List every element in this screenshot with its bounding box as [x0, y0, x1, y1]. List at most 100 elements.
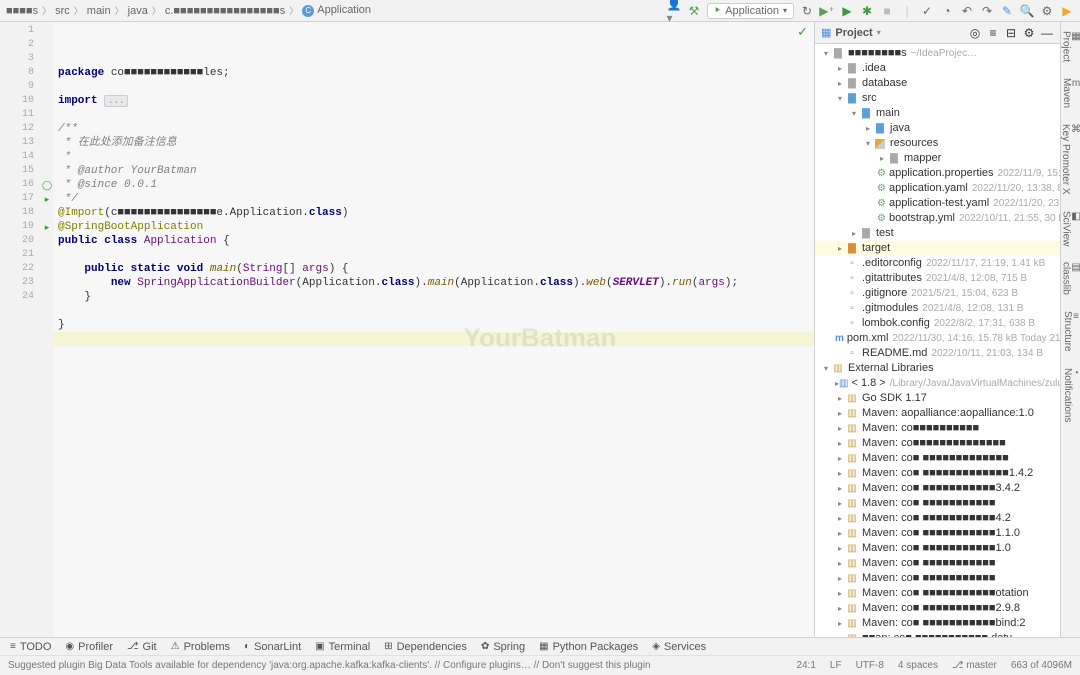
- tree-row[interactable]: ⚙application-test.yaml2022/11/20, 23:37,…: [815, 196, 1060, 211]
- rail-key-promoter-x[interactable]: ⌘Key Promoter X: [1057, 119, 1080, 200]
- rail-notifications[interactable]: ◔Notifications: [1059, 363, 1080, 427]
- code-line[interactable]: * @author YourBatman: [54, 164, 814, 178]
- paint-icon[interactable]: ✎: [1000, 4, 1014, 18]
- code-line[interactable]: */: [54, 192, 814, 206]
- code-line[interactable]: [54, 332, 814, 346]
- tree-row[interactable]: ▫lombok.config2022/8/2, 17:31, 638 B: [815, 316, 1060, 331]
- tree-row[interactable]: ▸▥Maven: co■ ■■■■■■■■■■■1.1.0: [815, 526, 1060, 541]
- tree-row[interactable]: ▸▇test: [815, 226, 1060, 241]
- run-icon[interactable]: ▶: [840, 4, 854, 18]
- hide-icon[interactable]: —: [1040, 26, 1054, 40]
- run-config-selector[interactable]: ⯈ Application ▾: [707, 3, 794, 19]
- tree-row[interactable]: ▸▥Maven: co■ ■■■■■■■■■■■■■: [815, 451, 1060, 466]
- tree-row[interactable]: ▾▇main: [815, 106, 1060, 121]
- tree-row[interactable]: ▫.editorconfig2022/11/17, 21:19, 1.41 kB: [815, 256, 1060, 271]
- gear-icon[interactable]: ⚙: [1040, 4, 1054, 18]
- project-tree[interactable]: ▾▇■■■■■■■■s~/IdeaProjec…▸▇.idea▸▇databas…: [815, 44, 1060, 644]
- target-icon[interactable]: ◎: [968, 26, 982, 40]
- code-line[interactable]: public static void main(String[] args) {: [54, 262, 814, 276]
- right-tool-rail[interactable]: ▦Project mMaven ⌘Key Promoter X ◧SciView ▤cl…: [1060, 22, 1080, 644]
- debug-icon[interactable]: ✱: [860, 4, 874, 18]
- tree-row[interactable]: ⚙application.yaml2022/11/20, 13:38, 855 …: [815, 181, 1060, 196]
- search-icon[interactable]: 🔍: [1020, 4, 1034, 18]
- tree-row[interactable]: ▸▥Maven: co■ ■■■■■■■■■■■4.2: [815, 511, 1060, 526]
- code-area[interactable]: ✓ package co■■■■■■■■■■■■les;import .../*…: [54, 22, 814, 644]
- code-line[interactable]: [54, 248, 814, 262]
- tree-row[interactable]: ▸▥Maven: co■■■■■■■■■■■■■■: [815, 436, 1060, 451]
- tree-row[interactable]: ▸▥Maven: co■ ■■■■■■■■■■■■■1.4.2: [815, 466, 1060, 481]
- code-line[interactable]: }: [54, 290, 814, 304]
- caret-position[interactable]: 24:1: [796, 660, 815, 671]
- tree-row[interactable]: ▸▥Maven: co■ ■■■■■■■■■■■3.4.2: [815, 481, 1060, 496]
- tree-row[interactable]: ▸▥Maven: co■ ■■■■■■■■■■■2.9.8: [815, 601, 1060, 616]
- stop-icon[interactable]: ■: [880, 4, 894, 18]
- user-icon[interactable]: 👤▾: [667, 4, 681, 18]
- code-line[interactable]: @SpringBootApplication: [54, 220, 814, 234]
- file-encoding[interactable]: UTF-8: [856, 660, 884, 671]
- tool-spring[interactable]: ✿Spring: [481, 641, 525, 653]
- rail-maven[interactable]: mMaven: [1058, 73, 1080, 113]
- memory-indicator[interactable]: 663 of 4096M: [1011, 660, 1072, 671]
- check-icon[interactable]: ✓: [920, 4, 934, 18]
- breadcrumb-item[interactable]: main: [87, 5, 111, 17]
- tree-row[interactable]: ▸▥Maven: co■ ■■■■■■■■■■■otation: [815, 586, 1060, 601]
- tree-row[interactable]: ▾▇■■■■■■■■s~/IdeaProjec…: [815, 46, 1060, 61]
- breadcrumb-item[interactable]: src: [55, 5, 70, 17]
- tree-row[interactable]: ▾▇src: [815, 91, 1060, 106]
- tree-row[interactable]: ▸▥Maven: aopalliance:aopalliance:1.0: [815, 406, 1060, 421]
- tree-row[interactable]: ▫.gitattributes2021/4/8, 12:08, 715 B: [815, 271, 1060, 286]
- tool-problems[interactable]: ⚠Problems: [171, 641, 230, 653]
- clock-icon[interactable]: ◔: [940, 4, 954, 18]
- gutter-icons[interactable]: ◯▸▸: [40, 22, 54, 644]
- rail-sciview[interactable]: ◧SciView: [1057, 206, 1080, 251]
- breadcrumb-item[interactable]: java: [128, 5, 148, 17]
- tree-row[interactable]: ▸▇.idea: [815, 61, 1060, 76]
- tree-row[interactable]: ▸▥Maven: co■ ■■■■■■■■■■■: [815, 556, 1060, 571]
- code-line[interactable]: public class Application {: [54, 234, 814, 248]
- rail-classlib[interactable]: ▤classlib: [1057, 257, 1080, 300]
- code-editor[interactable]: 12389101112131415161718192021222324 ◯▸▸ …: [0, 22, 814, 644]
- tree-row[interactable]: ▸▇target: [815, 241, 1060, 256]
- git-branch[interactable]: ⎇ master: [952, 660, 997, 671]
- code-line[interactable]: @Import(c■■■■■■■■■■■■■■■e.Application.cl…: [54, 206, 814, 220]
- code-line[interactable]: }: [54, 318, 814, 332]
- tree-row[interactable]: ▾resources: [815, 136, 1060, 151]
- rail-project[interactable]: ▦Project: [1057, 26, 1080, 67]
- tool-sonarlint[interactable]: ◐SonarLint: [244, 641, 301, 653]
- tree-row[interactable]: mpom.xml2022/11/30, 14:16, 15.78 kB Toda…: [815, 331, 1060, 346]
- code-line[interactable]: [54, 304, 814, 318]
- tool-python-packages[interactable]: ▦Python Packages: [539, 641, 638, 653]
- tree-row[interactable]: ▸▥Go SDK 1.17: [815, 391, 1060, 406]
- breadcrumb-item[interactable]: c.■■■■■■■■■■■■■■■■s: [165, 5, 285, 17]
- tool-dependencies[interactable]: ⊞Dependencies: [384, 641, 467, 653]
- collapse-icon[interactable]: ⊟: [1004, 26, 1018, 40]
- code-line[interactable]: new SpringApplicationBuilder(Application…: [54, 276, 814, 290]
- code-line[interactable]: [54, 80, 814, 94]
- tree-row[interactable]: ⚙application.properties2022/11/9, 15:42,…: [815, 166, 1060, 181]
- tree-row[interactable]: ▸▥Maven: co■ ■■■■■■■■■■■: [815, 571, 1060, 586]
- code-line[interactable]: package co■■■■■■■■■■■■les;: [54, 66, 814, 80]
- tree-row[interactable]: ▫README.md2022/10/11, 21:03, 134 B: [815, 346, 1060, 361]
- tree-row[interactable]: ▾▥External Libraries: [815, 361, 1060, 376]
- tree-row[interactable]: ▸▇database: [815, 76, 1060, 91]
- project-panel-header[interactable]: ▦ Project ▾ ◎ ≡ ⊟ ⚙ —: [815, 22, 1060, 44]
- code-line[interactable]: /**: [54, 122, 814, 136]
- breadcrumb[interactable]: ■■■■s〉src〉main〉java〉c.■■■■■■■■■■■■■■■■s〉…: [6, 4, 667, 17]
- play-icon[interactable]: ▶: [1060, 4, 1074, 18]
- tree-row[interactable]: ▫.gitignore2021/5/21, 15:04, 623 B: [815, 286, 1060, 301]
- breadcrumb-item[interactable]: ■■■■s: [6, 5, 38, 17]
- tree-row[interactable]: ⚙bootstrap.yml2022/10/11, 21:55, 30 B: [815, 211, 1060, 226]
- tool-todo[interactable]: ≡TODO: [10, 641, 51, 653]
- code-line[interactable]: * @since 0.0.1: [54, 178, 814, 192]
- hammer-icon[interactable]: ⚒: [687, 4, 701, 18]
- tool-profiler[interactable]: ◉Profiler: [65, 641, 113, 653]
- tree-row[interactable]: ▸▥Maven: co■ ■■■■■■■■■■■: [815, 496, 1060, 511]
- undo-icon[interactable]: ↶: [960, 4, 974, 18]
- code-line[interactable]: * 在此处添加备注信息: [54, 136, 814, 150]
- expand-icon[interactable]: ≡: [986, 26, 1000, 40]
- tool-terminal[interactable]: ▣Terminal: [315, 641, 370, 653]
- sync-icon[interactable]: ↻: [800, 4, 814, 18]
- code-line[interactable]: *: [54, 150, 814, 164]
- code-line[interactable]: import ...: [54, 94, 814, 108]
- tree-row[interactable]: ▸▥Maven: co■■■■■■■■■■: [815, 421, 1060, 436]
